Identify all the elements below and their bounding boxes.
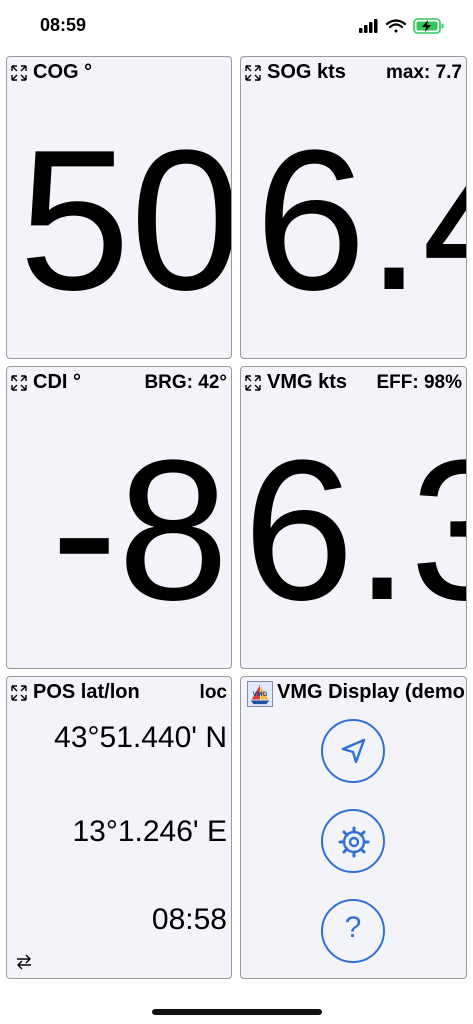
- status-icons: [359, 18, 444, 34]
- expand-icon[interactable]: [245, 375, 261, 391]
- sog-value: 6.4: [255, 109, 466, 332]
- wifi-icon: [385, 19, 407, 33]
- battery-charging-icon: [413, 18, 444, 34]
- expand-icon[interactable]: [11, 65, 27, 81]
- status-bar: 08:59: [0, 0, 473, 50]
- settings-button[interactable]: [321, 809, 385, 873]
- cog-title: COG °: [33, 61, 93, 83]
- vmg-value: 6.3: [243, 419, 466, 642]
- pos-longitude: 13°1.246' E: [72, 815, 227, 848]
- help-button[interactable]: ?: [321, 899, 385, 963]
- sog-title: SOG kts: [267, 61, 346, 83]
- gear-icon: [338, 826, 370, 858]
- cdi-title: CDI °: [33, 371, 81, 393]
- pos-mode[interactable]: loc: [200, 682, 227, 704]
- navigation-arrow-icon: [341, 738, 366, 764]
- cdi-brg: BRG: 42°: [144, 372, 227, 393]
- cog-value: 506: [19, 109, 232, 332]
- pos-time: 08:58: [151, 903, 227, 936]
- app-logo: VMG: [247, 681, 273, 707]
- vmg-eff: EFF: 98%: [376, 372, 462, 393]
- help-icon: ?: [344, 911, 362, 944]
- pos-title: POS lat/lon: [33, 681, 140, 703]
- vmg-panel[interactable]: VMG kts EFF: 98% 6.3: [240, 366, 467, 669]
- cdi-value: -8: [51, 419, 229, 642]
- expand-icon[interactable]: [245, 65, 261, 81]
- swap-icon[interactable]: [15, 953, 33, 971]
- app-title: VMG Display (demo: [277, 681, 465, 703]
- signal-icon: [359, 19, 378, 33]
- pos-panel[interactable]: POS lat/lon loc 43°51.440' N 13°1.246' E…: [6, 676, 232, 979]
- vmg-title: VMG kts: [267, 371, 348, 393]
- app-panel: VMG VMG Display (demo ?: [240, 676, 467, 979]
- status-time: 08:59: [40, 15, 87, 35]
- app-logo-text: VMG: [253, 691, 268, 698]
- expand-icon[interactable]: [11, 375, 27, 391]
- cdi-panel[interactable]: CDI ° BRG: 42° -8: [6, 366, 232, 669]
- sog-max: max: 7.7: [385, 62, 462, 83]
- expand-icon[interactable]: [11, 685, 27, 701]
- home-indicator: [152, 1009, 322, 1015]
- cog-panel[interactable]: COG ° 506: [6, 56, 232, 359]
- sog-panel[interactable]: SOG kts max: 7.7 6.4: [240, 56, 467, 359]
- navigation-button[interactable]: [321, 719, 385, 783]
- pos-latitude: 43°51.440' N: [54, 721, 227, 754]
